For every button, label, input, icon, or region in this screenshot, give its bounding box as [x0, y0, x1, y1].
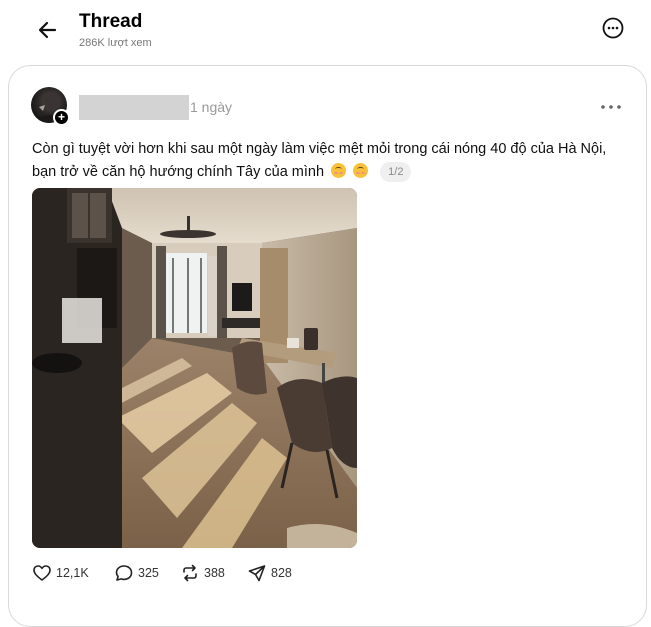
view-count: 286K lượt xem — [79, 37, 152, 49]
image-pager[interactable]: 1/2 — [380, 162, 412, 182]
comment-button[interactable]: 325 — [114, 562, 159, 584]
repost-icon — [183, 564, 197, 582]
post-time: 1 ngày — [190, 99, 233, 115]
apartment-living-room-photo[interactable] — [32, 188, 357, 548]
smiling-face-icon — [353, 163, 369, 178]
like-button[interactable]: 12,1K — [32, 562, 89, 584]
more-options-circle-icon[interactable] — [601, 16, 625, 40]
post-body: Còn gì tuyệt vời hơn khi sau một ngày là… — [32, 141, 607, 180]
post-text: Còn gì tuyệt vời hơn khi sau một ngày là… — [32, 138, 612, 184]
comment-count: 325 — [138, 566, 159, 580]
repost-button[interactable]: 388 — [180, 562, 225, 584]
share-button[interactable]: 828 — [247, 562, 292, 584]
share-count: 828 — [271, 566, 292, 580]
post-more-icon[interactable] — [600, 100, 622, 112]
username-redacted[interactable] — [79, 95, 189, 120]
share-icon — [248, 565, 266, 582]
smiling-face-icon — [331, 163, 347, 178]
follow-plus-icon[interactable]: + — [53, 109, 70, 126]
comment-icon — [115, 565, 133, 581]
page-title: Thread — [79, 11, 143, 32]
like-count: 12,1K — [56, 566, 89, 580]
back-arrow-icon[interactable] — [34, 16, 62, 44]
heart-icon — [33, 565, 51, 581]
top-bar: Thread 286K lượt xem — [0, 0, 651, 64]
repost-count: 388 — [204, 566, 225, 580]
